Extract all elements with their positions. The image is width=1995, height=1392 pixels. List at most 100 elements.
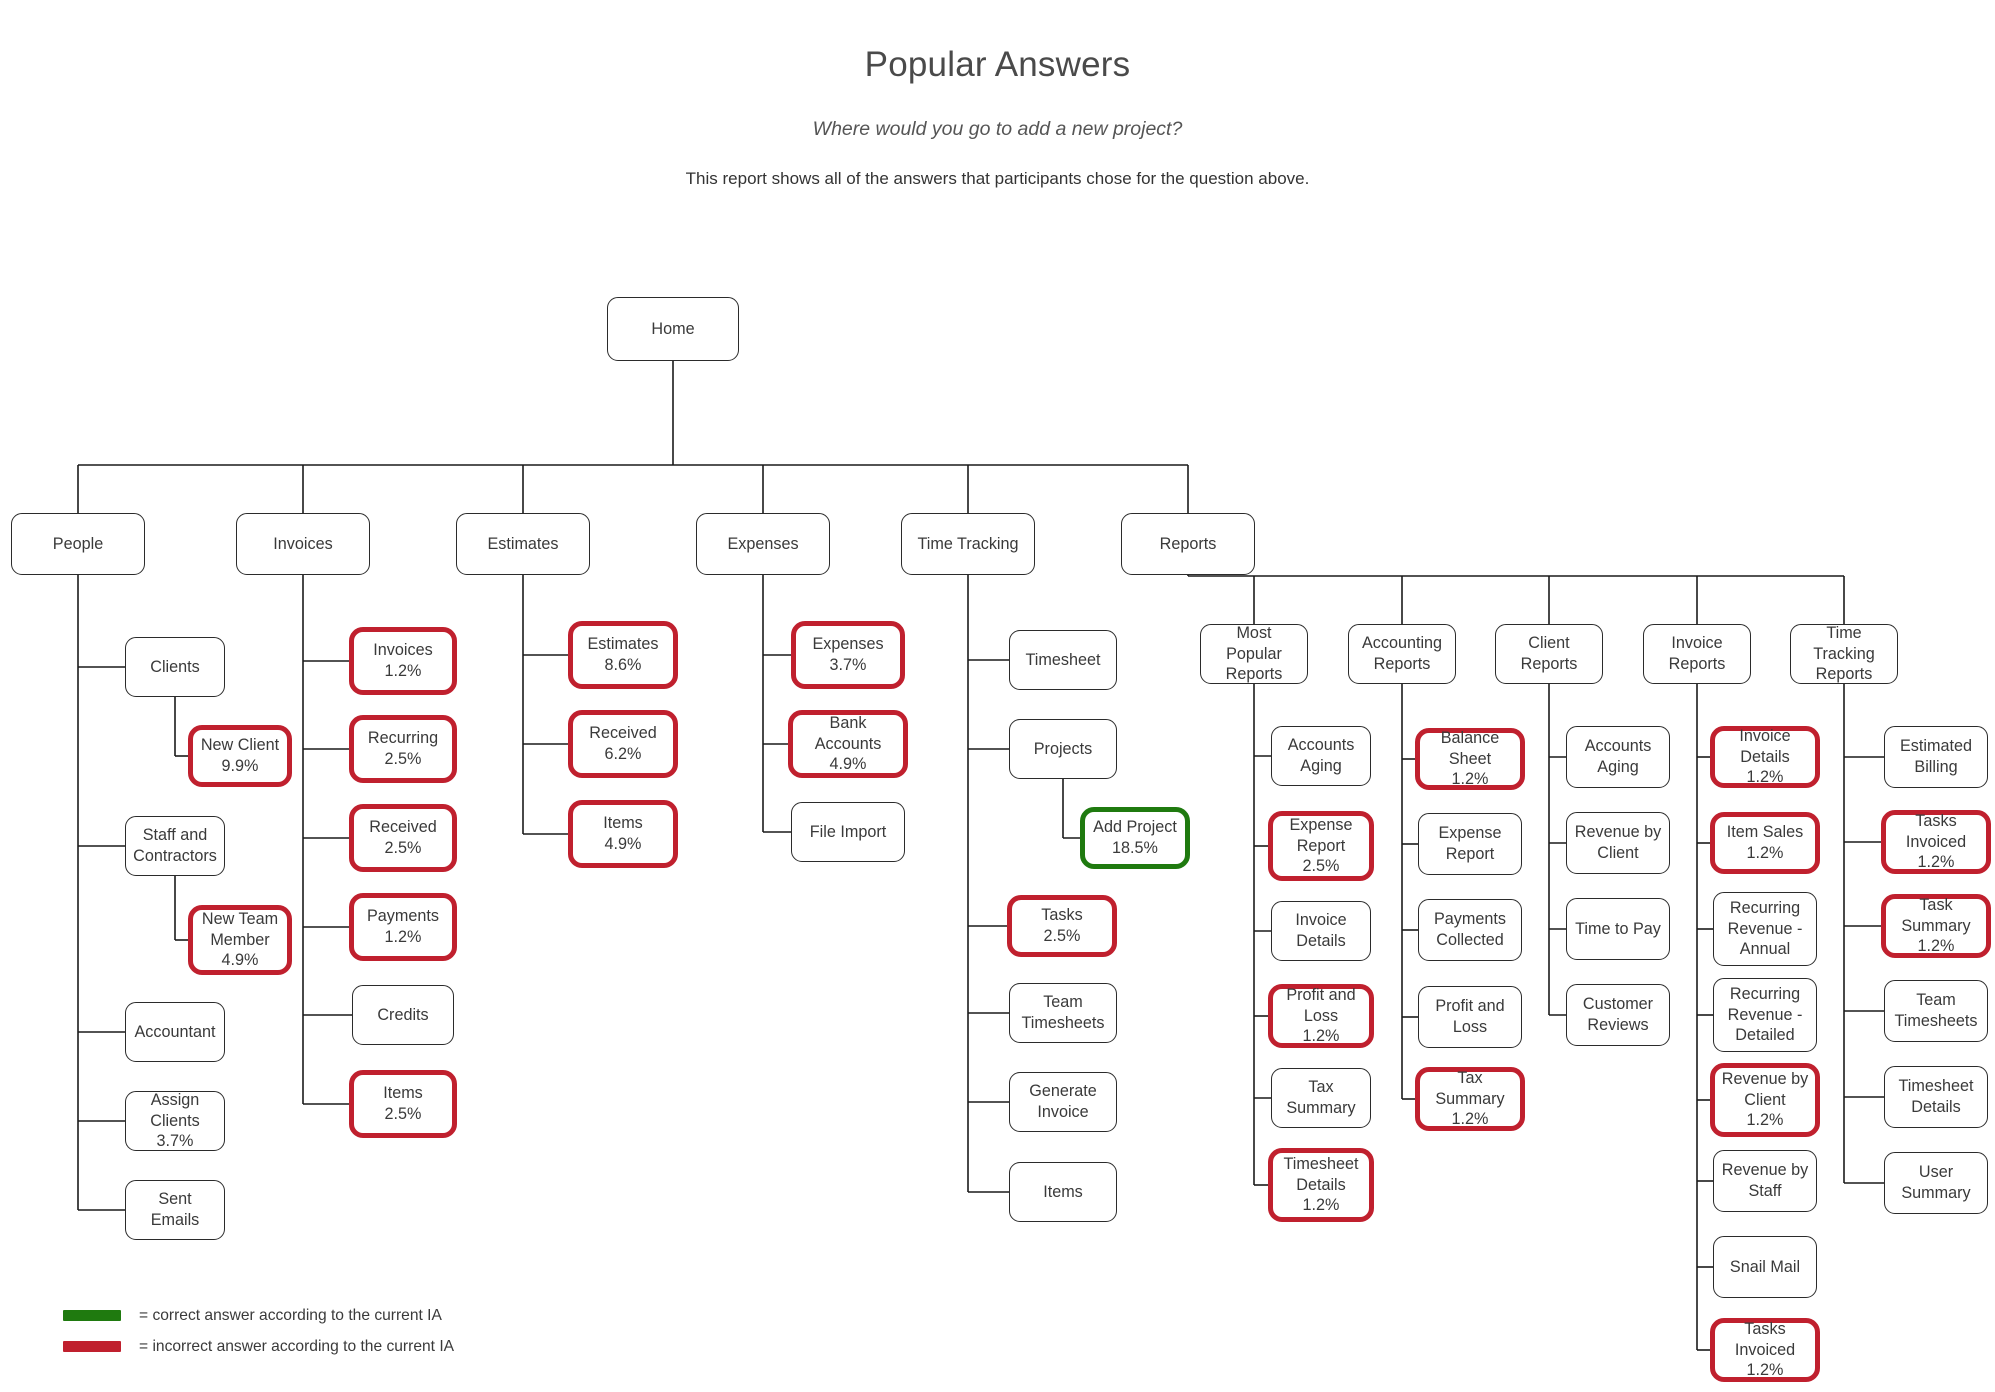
tree-node-inv-payments[interactable]: Payments 1.2% — [349, 893, 457, 961]
tree-node-ir-tasksinvoiced[interactable]: Tasks Invoiced 1.2% — [1710, 1318, 1820, 1382]
tree-node-percent: 2.5% — [1302, 857, 1340, 876]
tree-node-rep-mostpopular[interactable]: Most Popular Reports — [1200, 624, 1308, 684]
tree-node-percent: 1.2% — [1746, 844, 1784, 862]
tree-node-label: Items — [1043, 1182, 1083, 1201]
tree-node-ar-expensereport[interactable]: Expense Report — [1418, 813, 1522, 875]
tree-node-ir-invoicedetails[interactable]: Invoice Details 1.2% — [1710, 726, 1820, 788]
tree-node-label: Home — [651, 319, 695, 338]
tree-node-label: Revenue by Staff — [1721, 1161, 1809, 1200]
tree-node-tt-generateinvoice[interactable]: Generate Invoice — [1009, 1072, 1117, 1132]
tree-node-cr-customerreviews[interactable]: Customer Reviews — [1566, 984, 1670, 1046]
tree-node-mp-expensereport[interactable]: Expense Report 2.5% — [1268, 811, 1374, 881]
tree-node-label: Invoices — [273, 534, 333, 553]
tree-node-ar-profitandloss[interactable]: Profit and Loss — [1418, 986, 1522, 1048]
tree-node-label: Received — [369, 818, 437, 837]
tree-node-percent: 4.9% — [221, 951, 259, 970]
tree-node-expenses[interactable]: Expenses — [696, 513, 830, 575]
tree-node-exp-fileimport[interactable]: File Import — [791, 802, 905, 862]
tree-node-label: Assign Clients — [150, 1090, 200, 1130]
tree-node-percent: 1.2% — [1302, 1196, 1340, 1215]
tree-node-ttr-tasksummary[interactable]: Task Summary 1.2% — [1881, 894, 1991, 958]
tree-node-inv-credits[interactable]: Credits — [352, 985, 454, 1045]
tree-node-mp-timesheetdetails[interactable]: Timesheet Details 1.2% — [1268, 1148, 1374, 1222]
tree-node-timetracking[interactable]: Time Tracking — [901, 513, 1035, 575]
tree-node-label: Invoice Details — [1295, 911, 1347, 950]
tree-node-ar-balancesheet[interactable]: Balance Sheet 1.2% — [1415, 728, 1525, 790]
legend: = correct answer according to the curren… — [63, 1300, 583, 1362]
tree-node-ir-recurringdetailed[interactable]: Recurring Revenue - Detailed — [1713, 978, 1817, 1052]
tree-node-percent: 2.5% — [384, 839, 422, 857]
tree-node-tt-projects[interactable]: Projects — [1009, 719, 1117, 779]
tree-node-invoices[interactable]: Invoices — [236, 513, 370, 575]
tree-node-newclient[interactable]: New Client 9.9% — [188, 725, 292, 787]
tree-node-label: Recurring Revenue - Detailed — [1727, 984, 1803, 1045]
tree-node-cr-revenuebyclient[interactable]: Revenue by Client — [1566, 812, 1670, 874]
legend-swatch-incorrect — [63, 1341, 121, 1352]
tree-node-percent: 4.9% — [829, 755, 867, 774]
tree-node-label: User Summary — [1901, 1163, 1971, 1202]
tree-node-label: Payments — [367, 907, 439, 926]
tree-node-tt-addproject[interactable]: Add Project 18.5% — [1080, 807, 1190, 869]
tree-node-clients[interactable]: Clients — [125, 637, 225, 697]
tree-node-ir-recurringannual[interactable]: Recurring Revenue - Annual — [1713, 892, 1817, 966]
tree-node-assignclients[interactable]: Assign Clients 3.7% — [125, 1091, 225, 1151]
tree-node-ar-paymentscollected[interactable]: Payments Collected — [1418, 899, 1522, 961]
tree-node-rep-accounting[interactable]: Accounting Reports — [1348, 624, 1456, 684]
tree-node-ttr-usersummary[interactable]: User Summary — [1884, 1152, 1988, 1214]
tree-node-est-items[interactable]: Items 4.9% — [568, 800, 678, 868]
tree-node-inv-invoices[interactable]: Invoices 1.2% — [349, 627, 457, 695]
tree-node-mp-taxsummary[interactable]: Tax Summary — [1271, 1068, 1371, 1128]
tree-node-ttr-estimatedbilling[interactable]: Estimated Billing — [1884, 726, 1988, 788]
tree-node-exp-bankaccounts[interactable]: Bank Accounts 4.9% — [788, 710, 908, 778]
tree-node-home[interactable]: Home — [607, 297, 739, 361]
tree-node-percent: 1.2% — [1451, 770, 1489, 789]
tree-node-inv-received[interactable]: Received 2.5% — [349, 804, 457, 872]
tree-node-percent: 1.2% — [1917, 937, 1955, 956]
tree-node-mp-accountsaging[interactable]: Accounts Aging — [1271, 726, 1371, 786]
tree-node-ir-revenuebystaff[interactable]: Revenue by Staff — [1713, 1150, 1817, 1212]
legend-label-correct: = correct answer according to the curren… — [139, 1306, 442, 1324]
tree-connectors — [77, 361, 1884, 1351]
tree-node-ir-snailmail[interactable]: Snail Mail — [1713, 1236, 1817, 1298]
tree-node-label: Team Timesheets — [1894, 991, 1978, 1030]
tree-node-ttr-tasksinvoiced[interactable]: Tasks Invoiced 1.2% — [1881, 810, 1991, 874]
tree-node-rep-invoice[interactable]: Invoice Reports — [1643, 624, 1751, 684]
tree-node-rep-timetracking[interactable]: Time Tracking Reports — [1790, 624, 1898, 684]
tree-node-ir-revenuebyclient[interactable]: Revenue by Client 1.2% — [1710, 1063, 1820, 1137]
page-title: Popular Answers — [864, 45, 1131, 84]
tree-node-ttr-teamtimesheets[interactable]: Team Timesheets — [1884, 980, 1988, 1042]
tree-node-tt-tasks[interactable]: Tasks 2.5% — [1007, 895, 1117, 957]
tree-node-ir-itemsales[interactable]: Item Sales 1.2% — [1710, 812, 1820, 874]
tree-node-label: Team Timesheets — [1021, 993, 1105, 1032]
tree-node-exp-expenses[interactable]: Expenses 3.7% — [791, 621, 905, 689]
tree-node-ttr-timesheetdetails[interactable]: Timesheet Details — [1884, 1066, 1988, 1128]
tree-node-ar-taxsummary[interactable]: Tax Summary 1.2% — [1415, 1067, 1525, 1131]
tree-node-inv-recurring[interactable]: Recurring 2.5% — [349, 715, 457, 783]
tree-node-people[interactable]: People — [11, 513, 145, 575]
tree-node-percent: 6.2% — [604, 745, 642, 763]
tree-node-tt-timesheet[interactable]: Timesheet — [1009, 630, 1117, 690]
tree-node-cr-timetopay[interactable]: Time to Pay — [1566, 898, 1670, 960]
tree-node-label: Timesheet — [1025, 650, 1101, 669]
tree-node-label: Time to Pay — [1575, 919, 1661, 938]
tree-node-percent: 1.2% — [384, 928, 422, 946]
tree-node-staffcontractors[interactable]: Staff and Contractors — [125, 816, 225, 876]
tree-node-rep-client[interactable]: Client Reports — [1495, 624, 1603, 684]
tree-node-newteammember[interactable]: New Team Member 4.9% — [188, 905, 292, 975]
tree-node-estimates[interactable]: Estimates — [456, 513, 590, 575]
tree-node-sentemails[interactable]: Sent Emails — [125, 1180, 225, 1240]
tree-node-est-estimates[interactable]: Estimates 8.6% — [568, 621, 678, 689]
tree-node-cr-accountsaging[interactable]: Accounts Aging — [1566, 726, 1670, 788]
tree-node-reports[interactable]: Reports — [1121, 513, 1255, 575]
tree-node-percent: 1.2% — [384, 662, 422, 680]
tree-node-tt-teamtimesheets[interactable]: Team Timesheets — [1009, 983, 1117, 1043]
tree-node-label: Accounts Aging — [1287, 736, 1355, 775]
tree-node-tt-items[interactable]: Items — [1009, 1162, 1117, 1222]
tree-node-est-received[interactable]: Received 6.2% — [568, 710, 678, 778]
tree-node-label: Sent Emails — [150, 1190, 200, 1229]
tree-node-mp-invoicedetails[interactable]: Invoice Details — [1271, 901, 1371, 961]
tree-node-mp-profitandloss[interactable]: Profit and Loss 1.2% — [1268, 984, 1374, 1048]
tree-node-label: Timesheet Details — [1283, 1154, 1359, 1194]
tree-node-accountant[interactable]: Accountant — [125, 1002, 225, 1062]
tree-node-inv-items[interactable]: Items 2.5% — [349, 1070, 457, 1138]
